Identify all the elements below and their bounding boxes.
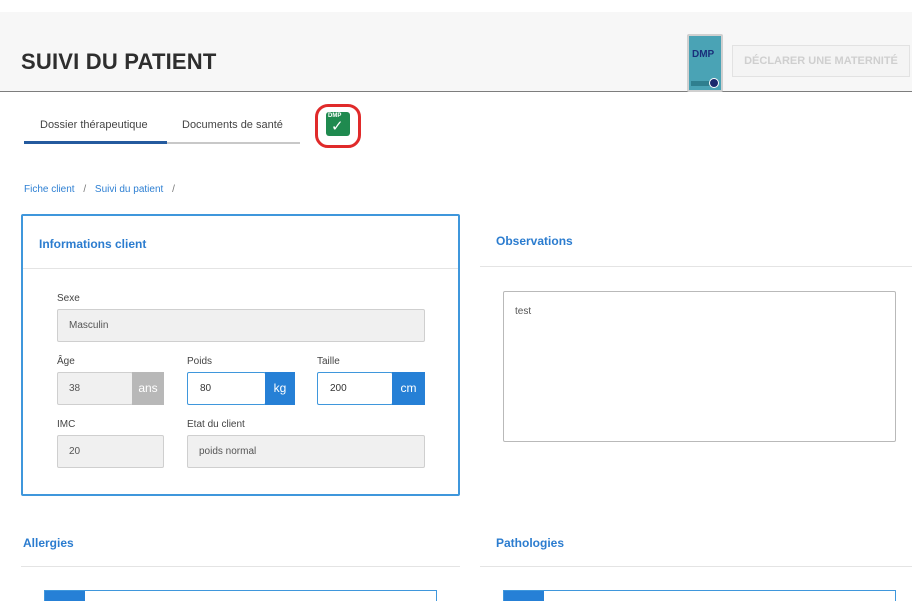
tab-dossier-therapeutique[interactable]: Dossier thérapeutique xyxy=(40,119,148,131)
observations-textarea[interactable]: test xyxy=(503,291,896,442)
poids-input[interactable]: 80 xyxy=(187,372,266,405)
pathologies-button[interactable] xyxy=(504,591,544,601)
pathologies-title: Pathologies xyxy=(496,536,565,550)
pathologies-input[interactable] xyxy=(503,590,896,601)
client-info-title: Informations client xyxy=(39,237,147,251)
breadcrumb-fiche-client[interactable]: Fiche client xyxy=(24,184,75,195)
check-icon: ✓ xyxy=(331,118,344,135)
tab-documents-sante[interactable]: Documents de santé xyxy=(182,119,283,131)
taille-unit: cm xyxy=(392,372,425,405)
allergies-divider xyxy=(21,566,460,567)
pathologies-divider xyxy=(480,566,912,567)
etat-field: poids normal xyxy=(187,435,425,468)
imc-field: 20 xyxy=(57,435,164,468)
breadcrumb-separator: / xyxy=(83,184,87,195)
poids-unit: kg xyxy=(265,372,295,405)
dmp-status-icon[interactable]: DMP ✓ xyxy=(326,112,350,136)
sexe-field: Masculin xyxy=(57,309,425,342)
etat-label: Etat du client xyxy=(187,419,245,430)
active-tab-indicator xyxy=(24,141,167,144)
imc-label: IMC xyxy=(57,419,76,430)
client-info-card: Informations client Sexe Masculin Âge 38… xyxy=(21,214,460,496)
allergies-title: Allergies xyxy=(23,536,74,550)
allergies-input[interactable] xyxy=(44,590,437,601)
declare-maternity-button[interactable]: DÉCLARER UNE MATERNITÉ xyxy=(732,45,910,77)
observations-divider xyxy=(480,266,912,267)
breadcrumb: Fiche client / Suivi du patient / xyxy=(24,184,181,195)
sexe-label: Sexe xyxy=(57,293,80,304)
breadcrumb-suivi-patient[interactable]: Suivi du patient xyxy=(95,184,163,195)
client-info-header: Informations client xyxy=(23,216,458,269)
age-field: 38 xyxy=(57,372,133,405)
tab-bar: Dossier thérapeutique Documents de santé xyxy=(24,111,300,144)
taille-input[interactable]: 200 xyxy=(317,372,393,405)
taille-label: Taille xyxy=(317,356,340,367)
page-header: SUIVI DU PATIENT DMP DÉCLARER UNE MATERN… xyxy=(0,12,912,92)
dmp-logo-icon[interactable]: DMP xyxy=(687,34,723,92)
dmp-logo-text: DMP xyxy=(692,49,715,60)
allergies-button[interactable] xyxy=(45,591,85,601)
page: SUIVI DU PATIENT DMP DÉCLARER UNE MATERN… xyxy=(0,0,912,601)
page-title: SUIVI DU PATIENT xyxy=(21,49,217,74)
breadcrumb-separator: / xyxy=(172,184,175,195)
poids-label: Poids xyxy=(187,356,213,367)
dmp-status-highlight: DMP ✓ xyxy=(315,104,361,148)
observations-title: Observations xyxy=(496,234,573,248)
age-unit: ans xyxy=(132,372,164,405)
age-label: Âge xyxy=(57,356,75,367)
search-icon xyxy=(709,78,719,88)
